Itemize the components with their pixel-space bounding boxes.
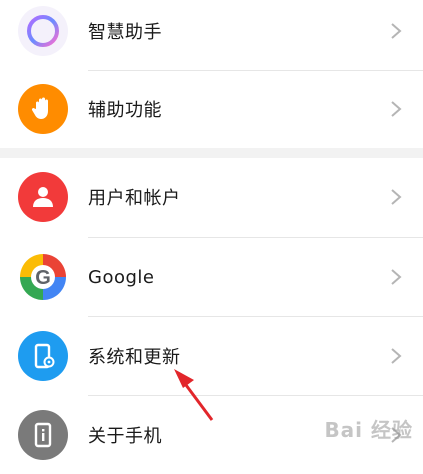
watermark: Bai 经验 <box>324 418 413 442</box>
annotation-arrow-icon <box>174 369 214 421</box>
